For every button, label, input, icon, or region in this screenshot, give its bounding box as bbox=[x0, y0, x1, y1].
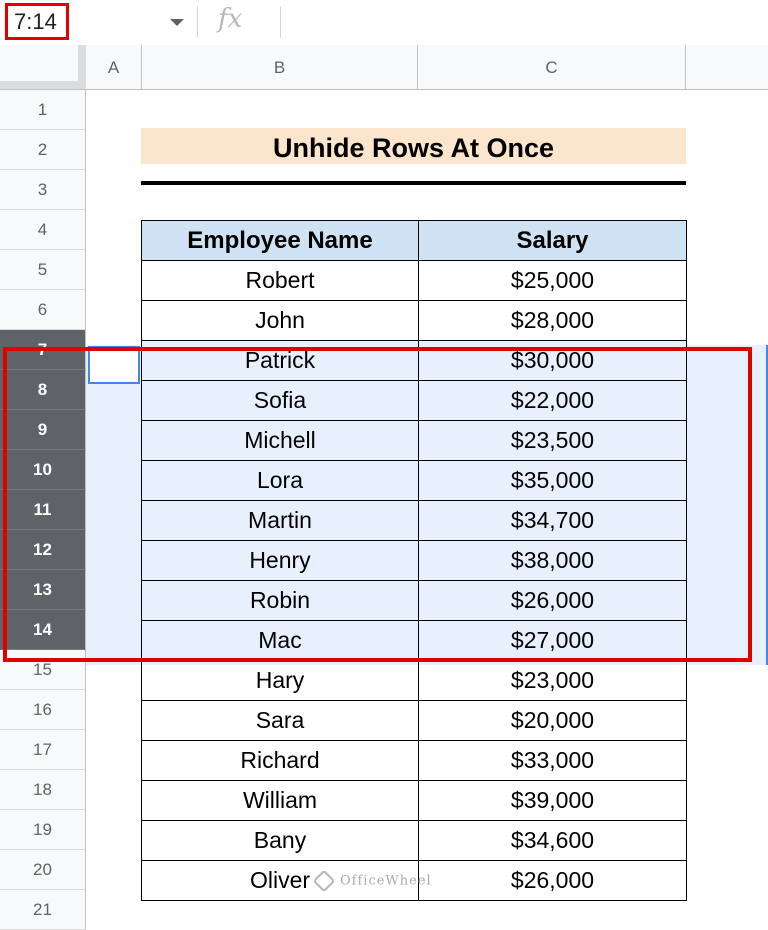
column-header-d[interactable] bbox=[686, 45, 768, 90]
cell-employee-name[interactable]: Sofia bbox=[141, 380, 419, 421]
table-row: Sofia $22,000 bbox=[141, 380, 687, 421]
table-header-row: Employee Name Salary bbox=[141, 220, 687, 261]
cell-employee-name[interactable]: Robin bbox=[141, 580, 419, 621]
table-row: Sara $20,000 bbox=[141, 700, 687, 741]
fx-icon: fx bbox=[218, 4, 243, 34]
column-header-a[interactable]: A bbox=[86, 45, 142, 90]
spreadsheet-grid: A B C 1 2 3 4 5 6 7 8 9 10 11 12 13 14 15 16 17 18 19 20 21 … bbox=[0, 45, 768, 930]
row-header[interactable]: 21 bbox=[0, 890, 86, 930]
title-underline bbox=[141, 181, 686, 185]
row-header[interactable]: 2 bbox=[0, 130, 86, 170]
row-header[interactable]: 3 bbox=[0, 170, 86, 210]
employee-table: Employee Name Salary Robert $25,000 John $2… bbox=[141, 220, 687, 901]
table-row: Hary $23,000 bbox=[141, 660, 687, 701]
row-header[interactable]: 18 bbox=[0, 770, 86, 810]
select-all-corner[interactable] bbox=[0, 45, 86, 90]
row-header[interactable]: 14 bbox=[0, 610, 86, 650]
table-row: Richard $33,000 bbox=[141, 740, 687, 781]
column-header-c[interactable]: C bbox=[418, 45, 686, 90]
active-cell-a7[interactable] bbox=[88, 346, 140, 384]
cell-salary[interactable]: $26,000 bbox=[418, 580, 687, 621]
divider bbox=[280, 6, 281, 38]
row-header[interactable]: 16 bbox=[0, 690, 86, 730]
table-row: Henry $38,000 bbox=[141, 540, 687, 581]
table-row: Robin $26,000 bbox=[141, 580, 687, 621]
cell-employee-name[interactable]: Sara bbox=[141, 700, 419, 741]
cell-employee-name[interactable]: Michell bbox=[141, 420, 419, 461]
cell-employee-name[interactable]: Patrick bbox=[141, 340, 419, 381]
name-box[interactable]: 7:14 bbox=[0, 0, 190, 45]
row-header[interactable]: 10 bbox=[0, 450, 86, 490]
cell-salary[interactable]: $22,000 bbox=[418, 380, 687, 421]
cell-salary[interactable]: $23,000 bbox=[418, 660, 687, 701]
cell-salary[interactable]: $27,000 bbox=[418, 620, 687, 661]
row-header[interactable]: 17 bbox=[0, 730, 86, 770]
chevron-down-icon[interactable] bbox=[170, 19, 184, 26]
row-header[interactable]: 4 bbox=[0, 210, 86, 250]
row-header[interactable]: 7 bbox=[0, 330, 86, 370]
row-header[interactable]: 15 bbox=[0, 650, 86, 690]
row-header[interactable]: 12 bbox=[0, 530, 86, 570]
table-row: John $28,000 bbox=[141, 300, 687, 341]
row-header[interactable]: 13 bbox=[0, 570, 86, 610]
row-header[interactable]: 11 bbox=[0, 490, 86, 530]
table-row: William $39,000 bbox=[141, 780, 687, 821]
cell-employee-name[interactable]: Hary bbox=[141, 660, 419, 701]
row-header[interactable]: 6 bbox=[0, 290, 86, 330]
divider bbox=[197, 6, 198, 38]
cell-salary[interactable]: $34,600 bbox=[418, 820, 687, 861]
row-header[interactable]: 9 bbox=[0, 410, 86, 450]
cell-salary[interactable]: $25,000 bbox=[418, 260, 687, 301]
cell-salary[interactable]: $23,500 bbox=[418, 420, 687, 461]
sheet-title: Unhide Rows At Once bbox=[141, 128, 686, 164]
cell-salary[interactable]: $38,000 bbox=[418, 540, 687, 581]
cell-salary[interactable]: $26,000 bbox=[418, 860, 687, 901]
header-employee-name[interactable]: Employee Name bbox=[141, 220, 419, 261]
cell-salary[interactable]: $33,000 bbox=[418, 740, 687, 781]
cell-employee-name[interactable]: Richard bbox=[141, 740, 419, 781]
name-box-value[interactable]: 7:14 bbox=[5, 3, 69, 40]
watermark: OfficeWheel bbox=[312, 869, 432, 893]
cell-employee-name[interactable]: Martin bbox=[141, 500, 419, 541]
cell-employee-name[interactable]: Robert bbox=[141, 260, 419, 301]
cell-salary[interactable]: $39,000 bbox=[418, 780, 687, 821]
row-header[interactable]: 5 bbox=[0, 250, 86, 290]
table-row: Patrick $30,000 bbox=[141, 340, 687, 381]
cell-salary[interactable]: $34,700 bbox=[418, 500, 687, 541]
row-header[interactable]: 20 bbox=[0, 850, 86, 890]
row-header[interactable]: 8 bbox=[0, 370, 86, 410]
table-row: Michell $23,500 bbox=[141, 420, 687, 461]
cell-employee-name[interactable]: Henry bbox=[141, 540, 419, 581]
cell-salary[interactable]: $30,000 bbox=[418, 340, 687, 381]
table-row: Lora $35,000 bbox=[141, 460, 687, 501]
logo-icon bbox=[312, 869, 336, 893]
cell-employee-name[interactable]: William bbox=[141, 780, 419, 821]
table-row: Robert $25,000 bbox=[141, 260, 687, 301]
table-row: Bany $34,600 bbox=[141, 820, 687, 861]
cell-salary[interactable]: $28,000 bbox=[418, 300, 687, 341]
table-row: Martin $34,700 bbox=[141, 500, 687, 541]
row-header[interactable]: 19 bbox=[0, 810, 86, 850]
header-salary[interactable]: Salary bbox=[418, 220, 687, 261]
table-row: Mac $27,000 bbox=[141, 620, 687, 661]
cell-employee-name[interactable]: Lora bbox=[141, 460, 419, 501]
cell-employee-name[interactable]: Bany bbox=[141, 820, 419, 861]
cell-salary[interactable]: $35,000 bbox=[418, 460, 687, 501]
column-header-b[interactable]: B bbox=[142, 45, 418, 90]
cell-employee-name[interactable]: John bbox=[141, 300, 419, 341]
row-header[interactable]: 1 bbox=[0, 90, 86, 130]
cell-employee-name[interactable]: Mac bbox=[141, 620, 419, 661]
cell-salary[interactable]: $20,000 bbox=[418, 700, 687, 741]
formula-bar: 7:14 fx bbox=[0, 0, 768, 46]
